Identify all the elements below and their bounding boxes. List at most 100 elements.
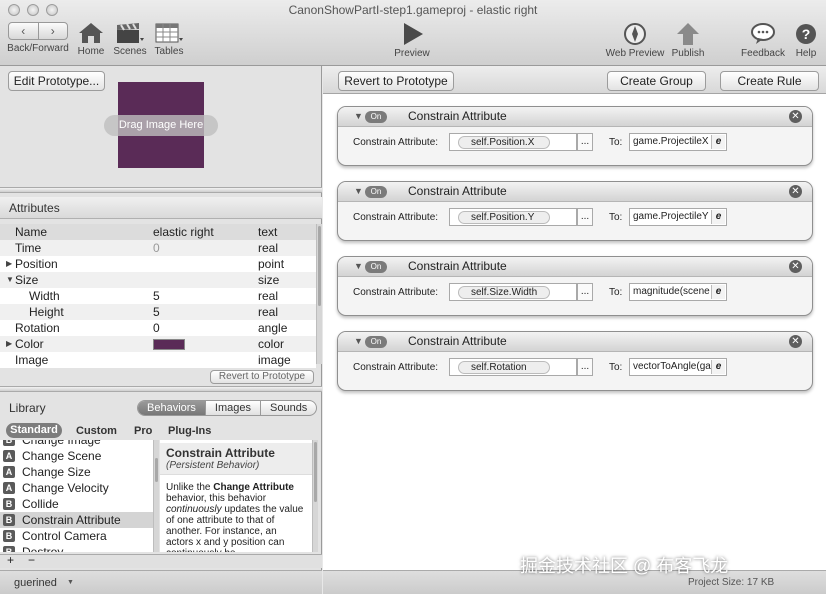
list-item[interactable]: B Destroy (0, 544, 153, 552)
revert-to-prototype-button[interactable]: Revert to Prototype (210, 370, 314, 384)
add-icon[interactable]: + (7, 553, 14, 567)
expression-field[interactable]: game.ProjectileY e (629, 208, 727, 226)
expression-value[interactable]: magnitude(scene (633, 286, 710, 297)
attribute-row[interactable]: ▶ Color color (0, 336, 316, 352)
expression-editor-icon[interactable]: e (711, 360, 725, 374)
behavior-header[interactable]: ▼ On Constrain Attribute ✕ (338, 182, 812, 202)
close-icon[interactable]: ✕ (789, 185, 802, 198)
list-item[interactable]: B Control Camera (0, 528, 153, 544)
disclosure-open-icon[interactable]: ▼ (354, 261, 363, 271)
subtab-pro[interactable]: Pro (134, 425, 152, 437)
splitter[interactable] (0, 386, 322, 392)
disclosure-closed-icon[interactable]: ▶ (6, 256, 12, 272)
remove-icon[interactable]: − (28, 553, 35, 567)
web-preview-button[interactable]: Web Preview (604, 22, 666, 59)
behavior-list-scrollbar[interactable] (153, 440, 159, 552)
back-icon[interactable]: ‹ (9, 23, 38, 39)
expression-editor-icon[interactable]: e (711, 210, 725, 224)
expression-field[interactable]: vectorToAngle(ga e (629, 358, 727, 376)
attribute-row[interactable]: Rotation 0 angle (0, 320, 316, 336)
splitter[interactable] (0, 187, 322, 193)
publish-button[interactable]: Publish (668, 22, 708, 59)
attribute-field[interactable]: self.Rotation (449, 358, 577, 376)
library-tab-behaviors[interactable]: Behaviors (138, 401, 205, 415)
attribute-value-cell[interactable] (153, 336, 185, 352)
help-button[interactable]: ? Help (792, 22, 820, 59)
expression-value[interactable]: vectorToAngle(ga (633, 361, 711, 372)
feedback-button[interactable]: Feedback (738, 22, 788, 59)
tables-button[interactable]: Tables (152, 22, 186, 57)
expression-field[interactable]: magnitude(scene e (629, 283, 727, 301)
expression-editor-icon[interactable]: e (711, 135, 725, 149)
attribute-row[interactable]: Height 5 real (0, 304, 316, 320)
attribute-browse-button[interactable]: ... (577, 283, 593, 301)
create-rule-button[interactable]: Create Rule (720, 71, 819, 91)
attribute-field[interactable]: self.Size.Width (449, 283, 577, 301)
attribute-value-cell[interactable]: 0 (153, 240, 160, 256)
attribute-row[interactable]: ▼ Size size (0, 272, 316, 288)
edit-prototype-button[interactable]: Edit Prototype... (8, 71, 105, 91)
attribute-browse-button[interactable]: ... (577, 208, 593, 226)
list-item[interactable]: A Change Scene (0, 448, 153, 464)
disclosure-open-icon[interactable]: ▼ (354, 111, 363, 121)
back-forward-control[interactable]: ‹ › Back/Forward (6, 22, 70, 54)
on-toggle[interactable]: On (365, 261, 387, 273)
close-icon[interactable]: ✕ (789, 110, 802, 123)
expression-field[interactable]: game.ProjectileX e (629, 133, 727, 151)
on-toggle[interactable]: On (365, 111, 387, 123)
disclosure-open-icon[interactable]: ▼ (354, 336, 363, 346)
subtab-plug-ins[interactable]: Plug-Ins (168, 425, 211, 437)
back-forward-buttons[interactable]: ‹ › (8, 22, 68, 40)
on-toggle[interactable]: On (365, 336, 387, 348)
scenes-button[interactable]: Scenes (112, 22, 148, 57)
description-scrollbar[interactable] (312, 440, 318, 552)
attribute-token[interactable]: self.Rotation (458, 361, 550, 374)
on-toggle[interactable]: On (365, 186, 387, 198)
color-swatch[interactable] (153, 339, 185, 351)
disclosure-open-icon[interactable]: ▼ (6, 272, 14, 288)
behavior-header[interactable]: ▼ On Constrain Attribute ✕ (338, 107, 812, 127)
attribute-row[interactable]: Width 5 real (0, 288, 316, 304)
create-group-button[interactable]: Create Group (607, 71, 706, 91)
list-item[interactable]: A Change Velocity (0, 480, 153, 496)
attribute-field[interactable]: self.Position.X (449, 133, 577, 151)
preview-button[interactable]: Preview (392, 22, 432, 59)
chevron-down-icon[interactable]: ▼ (67, 579, 74, 586)
home-button[interactable]: Home (76, 22, 106, 57)
attribute-token[interactable]: self.Size.Width (458, 286, 550, 299)
attribute-row[interactable]: Time 0 real (0, 240, 316, 256)
revert-to-prototype-button[interactable]: Revert to Prototype (338, 71, 454, 91)
list-item[interactable]: B Change Image (0, 440, 153, 448)
attribute-value-cell[interactable]: 5 (153, 304, 160, 320)
attribute-browse-button[interactable]: ... (577, 133, 593, 151)
behavior-header[interactable]: ▼ On Constrain Attribute ✕ (338, 257, 812, 277)
close-icon[interactable]: ✕ (789, 335, 802, 348)
list-item[interactable]: A Change Size (0, 464, 153, 480)
library-tab-sounds[interactable]: Sounds (260, 401, 316, 415)
attribute-row[interactable]: Image image (0, 352, 316, 368)
attribute-row[interactable]: ▶ Position point (0, 256, 316, 272)
attributes-scrollbar[interactable] (316, 224, 322, 364)
attribute-value-cell[interactable]: 0 (153, 320, 160, 336)
behavior-header[interactable]: ▼ On Constrain Attribute ✕ (338, 332, 812, 352)
attribute-value-cell[interactable]: 5 (153, 288, 160, 304)
attribute-field[interactable]: self.Position.Y (449, 208, 577, 226)
forward-icon[interactable]: › (37, 23, 68, 39)
subtab-custom[interactable]: Custom (76, 425, 117, 437)
subtab-standard[interactable]: Standard (6, 423, 62, 438)
expression-value[interactable]: game.ProjectileX (633, 136, 709, 147)
attribute-token[interactable]: self.Position.Y (458, 211, 550, 224)
user-name[interactable]: guerined (14, 577, 57, 589)
list-item[interactable]: B Constrain Attribute (0, 512, 153, 528)
disclosure-closed-icon[interactable]: ▶ (6, 336, 12, 352)
disclosure-open-icon[interactable]: ▼ (354, 186, 363, 196)
library-tab-images[interactable]: Images (204, 401, 260, 415)
attribute-token[interactable]: self.Position.X (458, 136, 550, 149)
scroll-thumb[interactable] (314, 442, 317, 502)
expression-value[interactable]: game.ProjectileY (633, 211, 709, 222)
scroll-thumb[interactable] (318, 226, 321, 306)
list-item[interactable]: B Collide (0, 496, 153, 512)
close-icon[interactable]: ✕ (789, 260, 802, 273)
expression-editor-icon[interactable]: e (711, 285, 725, 299)
scroll-thumb[interactable] (155, 458, 158, 482)
